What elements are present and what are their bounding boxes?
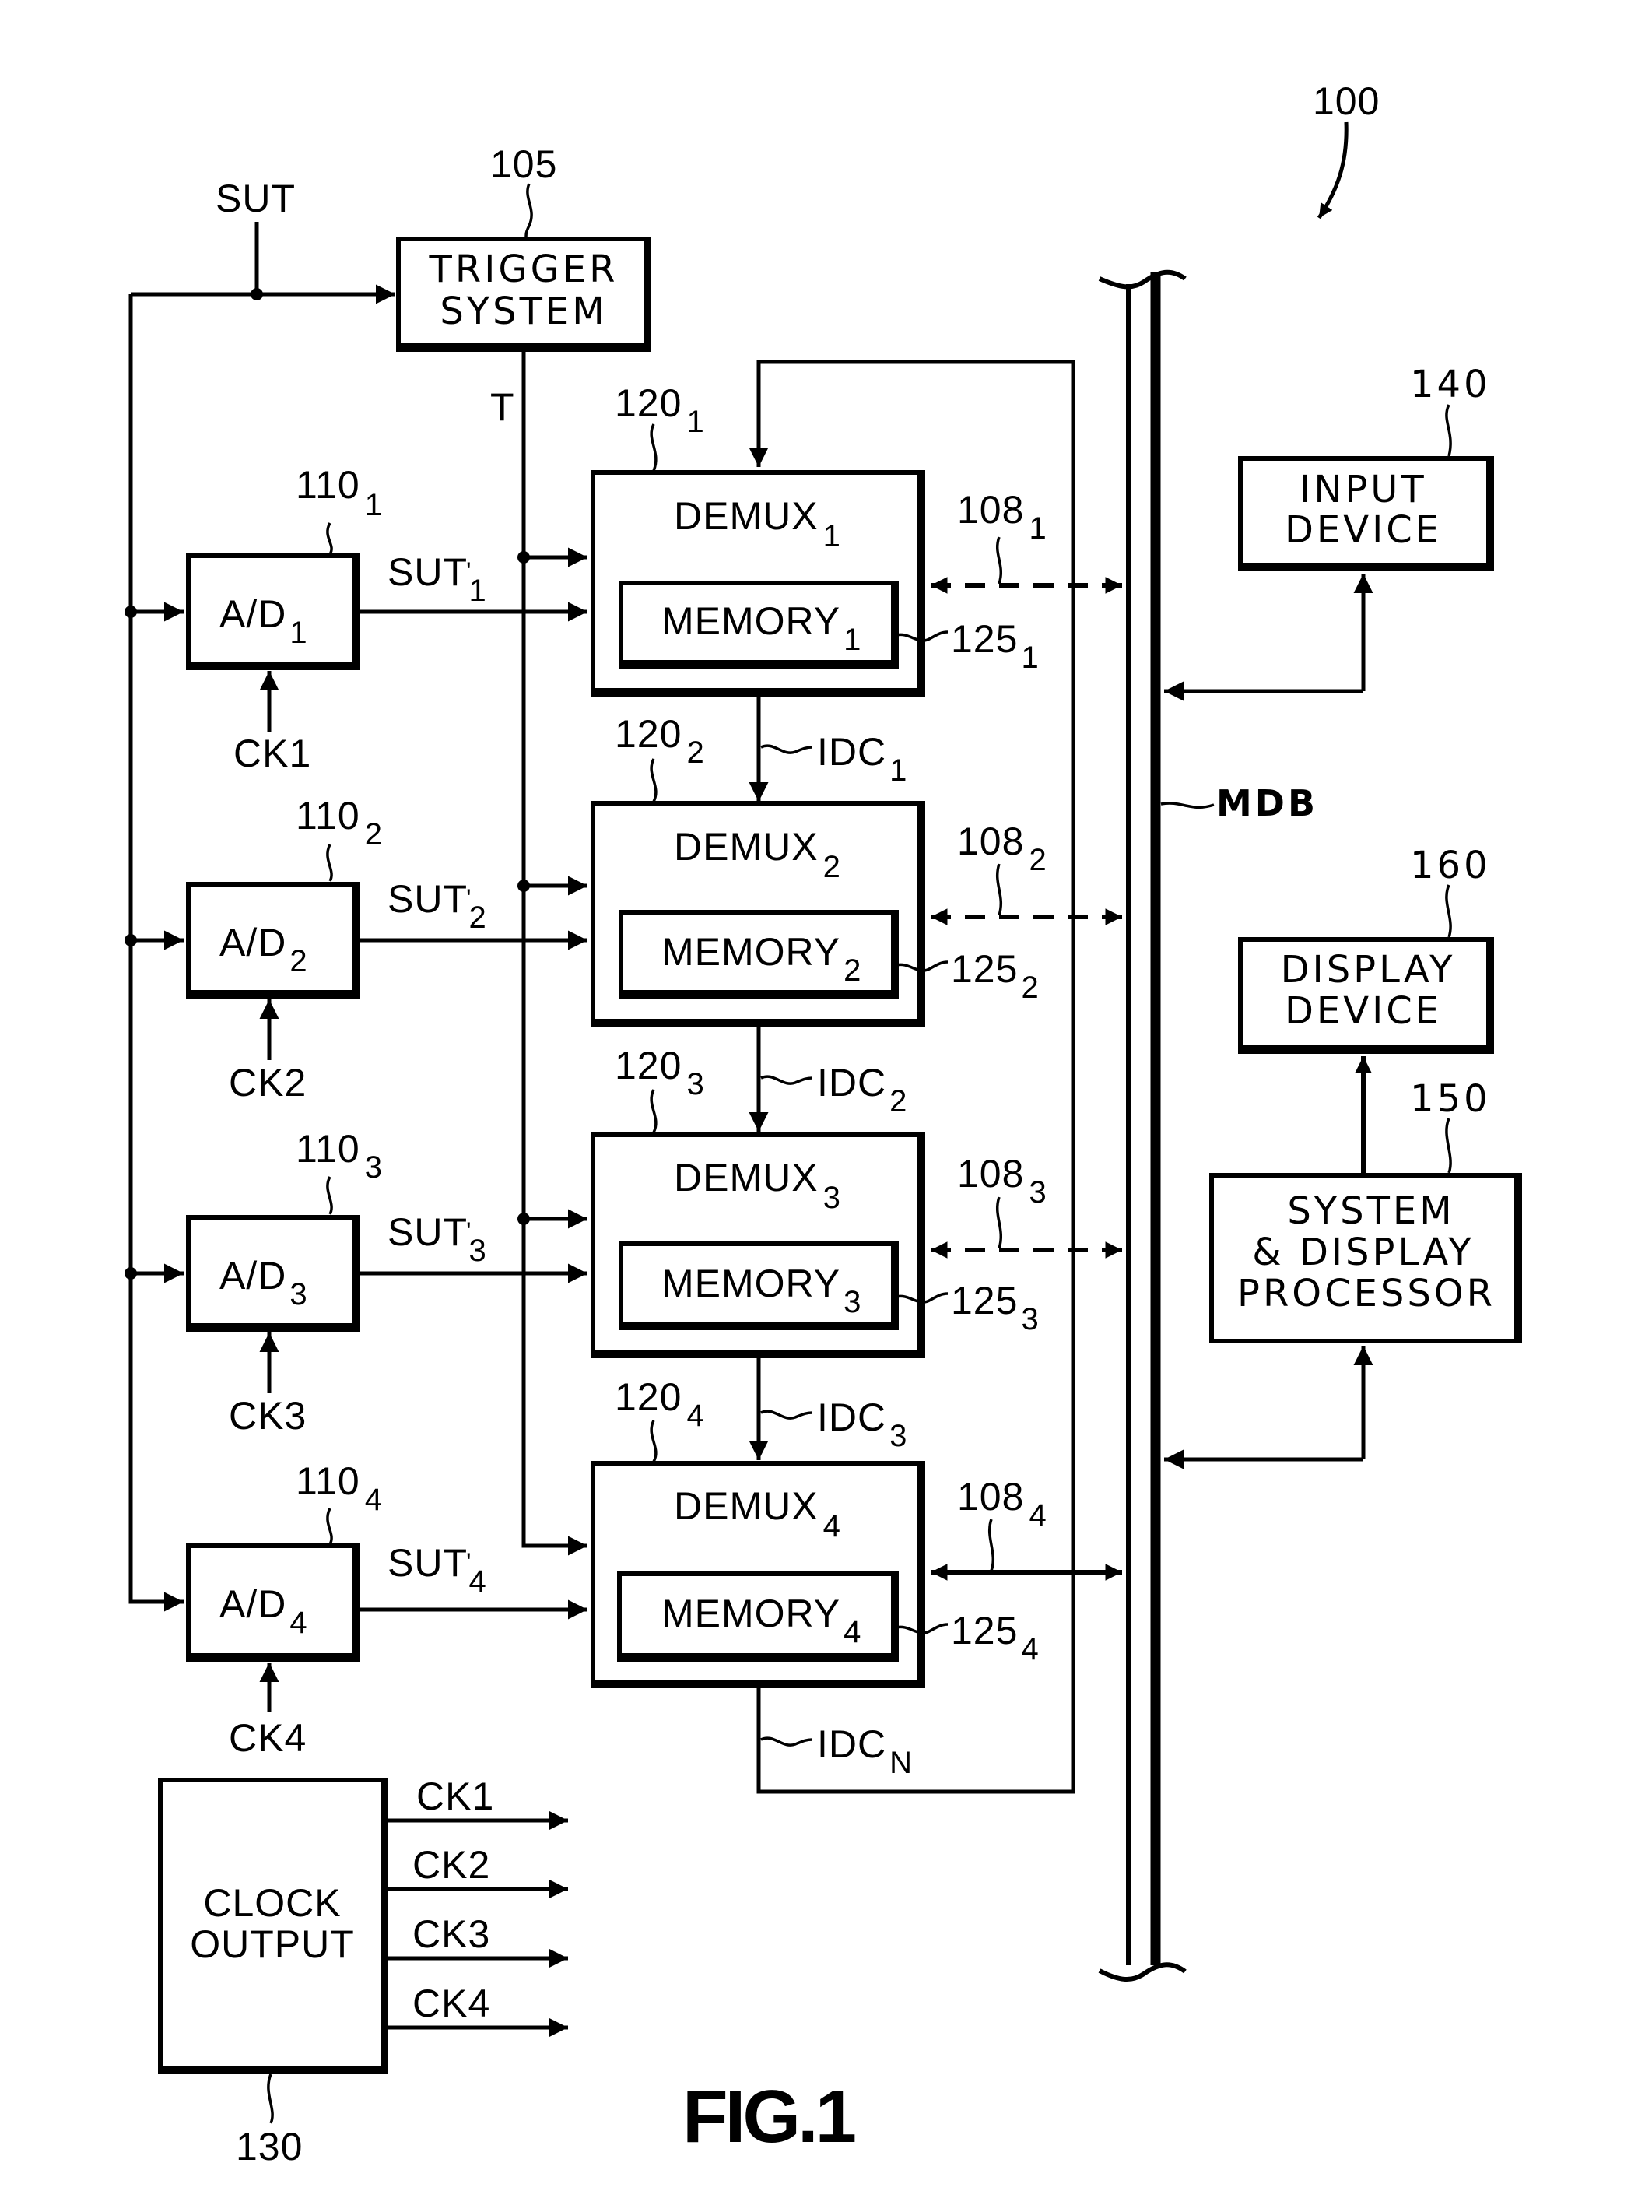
- display-device-block: 160 DISPLAY DEVICE: [1238, 844, 1494, 1054]
- input-device-line1: INPUT: [1300, 468, 1426, 511]
- idc2-label: IDC 2: [817, 1061, 907, 1118]
- idcn-leader: [760, 1736, 813, 1747]
- display-device-ref-label: 160: [1410, 844, 1491, 887]
- trigger-signal-label: T: [490, 385, 515, 429]
- demux1-ref-leader: [650, 423, 658, 472]
- ck1-output-label: CK1: [416, 1775, 494, 1818]
- demux1-ref-label: 120 1: [615, 381, 705, 439]
- idc3-leader: [760, 1410, 813, 1420]
- ck3-input-label: CK3: [229, 1394, 307, 1438]
- system-ref-label: 100: [1313, 79, 1380, 123]
- clock-output-line2: OUTPUT: [190, 1922, 355, 1966]
- trigger-system-line2: SYSTEM: [440, 290, 607, 333]
- ck3-output-label: CK3: [412, 1912, 490, 1956]
- bus-link-1083-label: 108 3: [957, 1152, 1047, 1210]
- idcn-label: IDC N: [817, 1722, 913, 1780]
- memory2-ref-label: 125 2: [951, 947, 1040, 1005]
- demux3-ref-leader: [650, 1089, 658, 1133]
- bus-link-1082-label: 108 2: [957, 820, 1047, 877]
- sut-distribution-bus: [128, 294, 184, 1612]
- processor-line1: SYSTEM: [1287, 1189, 1454, 1233]
- trigger-ref-label: 105: [490, 142, 557, 186]
- clock-output-ref-label: 130: [236, 2125, 303, 2168]
- memory4-ref-label: 125 4: [951, 1609, 1040, 1666]
- input-device-line2: DEVICE: [1285, 508, 1442, 552]
- ad2-ref-leader: [326, 844, 333, 882]
- trigger-signal-wire: [521, 349, 587, 1556]
- memory3-ref-label: 125 3: [951, 1279, 1040, 1336]
- ad4-ref-leader: [326, 1508, 333, 1545]
- display-device-line2: DEVICE: [1285, 989, 1442, 1033]
- ad2-ref-label: 110 2: [296, 794, 383, 851]
- ck2-output-label: CK2: [412, 1843, 490, 1887]
- figure-title: FIG.1: [682, 2075, 855, 2158]
- demux4-ref-label: 120 4: [615, 1375, 705, 1433]
- bus-link-1081-leader: [995, 536, 1003, 585]
- block-diagram: 100 SUT 105 TRIGGER SYSTEM T MDB 110 1 A/…: [125, 79, 1522, 2168]
- ck4-output-label: CK4: [412, 1982, 490, 2025]
- idc3-label: IDC 3: [817, 1396, 907, 1453]
- mdb-bus-label: MDB: [1216, 782, 1318, 824]
- ck2-input-label: CK2: [229, 1061, 307, 1104]
- idc1-label: IDC 1: [817, 730, 907, 788]
- trigger-ref-leader: [524, 183, 533, 239]
- bus-link-1081-label: 108 1: [957, 488, 1047, 546]
- system-ref-arrow: [1317, 121, 1349, 219]
- bus-link-1082-leader: [995, 863, 1003, 916]
- demux2-ref-label: 120 2: [615, 712, 705, 770]
- trigger-system-line1: TRIGGER: [429, 248, 619, 291]
- input-device-ref-label: 140: [1410, 363, 1491, 406]
- idc2-leader: [760, 1075, 813, 1085]
- ad3-ref-leader: [326, 1176, 333, 1215]
- demux3-ref-label: 120 3: [615, 1044, 705, 1101]
- processor-block: 150 SYSTEM & DISPLAY PROCESSOR: [1164, 1077, 1522, 1469]
- display-device-ref-leader: [1445, 884, 1452, 938]
- ad4-ref-label: 110 4: [296, 1459, 383, 1517]
- bus-link-1084-label: 108 4: [957, 1475, 1047, 1533]
- demux4-ref-leader: [650, 1420, 658, 1462]
- sut1-label: SUT' 1: [388, 550, 487, 608]
- ad3-ref-label: 110 3: [296, 1127, 383, 1185]
- mdb-bus-top-break: [1098, 269, 1187, 290]
- sut3-label: SUT' 3: [388, 1210, 487, 1268]
- clock-output-ref-leader: [267, 2073, 274, 2124]
- ck1-input-label: CK1: [233, 732, 311, 775]
- processor-ref-label: 150: [1410, 1077, 1491, 1121]
- input-device-block: 140 INPUT DEVICE: [1164, 363, 1494, 701]
- input-device-ref-leader: [1445, 404, 1452, 457]
- memory1-ref-label: 125 1: [951, 617, 1040, 675]
- mdb-bus-bottom-break: [1098, 1962, 1187, 1982]
- clock-output-line1: CLOCK: [203, 1881, 341, 1925]
- processor-line3: PROCESSOR: [1237, 1272, 1496, 1315]
- bus-link-1083-leader: [995, 1196, 1003, 1249]
- bus-link-1084-leader: [987, 1519, 995, 1571]
- idc1-leader: [760, 744, 813, 754]
- sut2-label: SUT' 2: [388, 877, 487, 935]
- channel-4: 110 4 A/D 4 CK4 SUT' 4 120 4 DEMUX 4 MEMORY 4 …: [186, 1375, 1122, 1760]
- mdb-bus-leader: [1160, 802, 1215, 809]
- ck4-input-label: CK4: [229, 1716, 307, 1760]
- display-device-line1: DISPLAY: [1281, 948, 1456, 992]
- ad1-ref-label: 110 1: [296, 463, 383, 522]
- processor-ref-leader: [1445, 1118, 1452, 1174]
- processor-line2: & DISPLAY: [1252, 1231, 1475, 1274]
- clock-output-block: CLOCK OUTPUT CK1 CK2 CK3 CK4 130: [158, 1775, 568, 2168]
- ad1-ref-leader: [326, 522, 333, 555]
- sut-input-label: SUT: [216, 177, 296, 220]
- demux2-ref-leader: [650, 758, 658, 802]
- sut4-label: SUT' 4: [388, 1541, 487, 1599]
